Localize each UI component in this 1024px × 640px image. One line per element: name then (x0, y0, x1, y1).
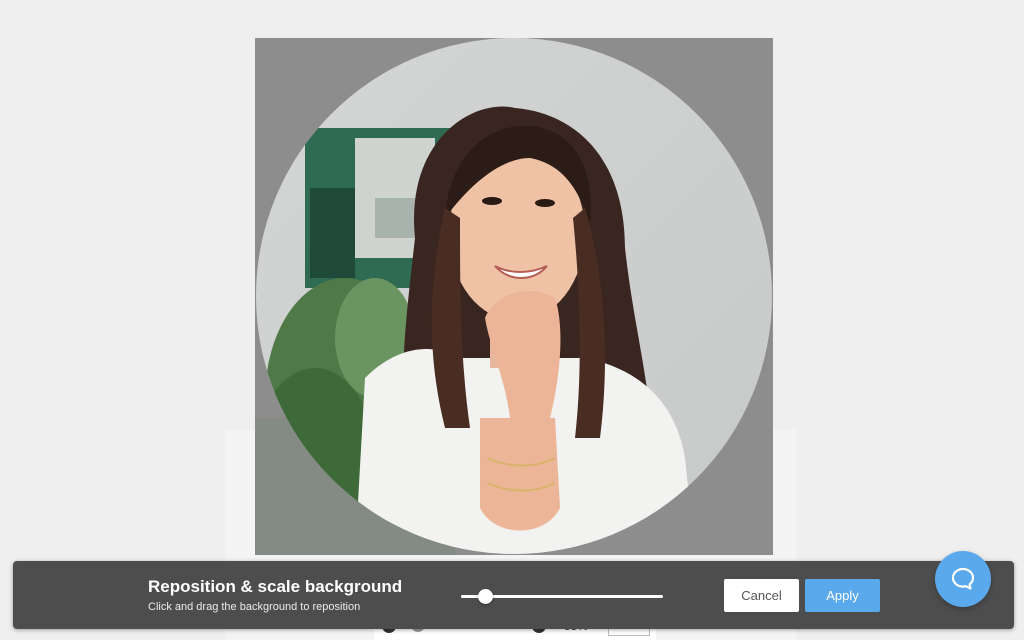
portrait-photo (255, 38, 773, 555)
crop-area[interactable] (255, 38, 773, 555)
chat-button[interactable] (935, 551, 991, 607)
apply-button[interactable]: Apply (805, 579, 880, 612)
scale-slider-track[interactable] (461, 589, 663, 604)
background-photo[interactable] (255, 38, 773, 555)
toolbar-title: Reposition & scale background (148, 577, 403, 596)
scale-slider-handle[interactable] (477, 589, 493, 604)
toolbar-subtitle: Click and drag the background to reposit… (148, 601, 361, 613)
chat-bubble-icon (951, 567, 975, 590)
reposition-toolbar: Reposition & scale background Click and … (13, 561, 1014, 629)
cancel-button[interactable]: Cancel (724, 579, 799, 612)
